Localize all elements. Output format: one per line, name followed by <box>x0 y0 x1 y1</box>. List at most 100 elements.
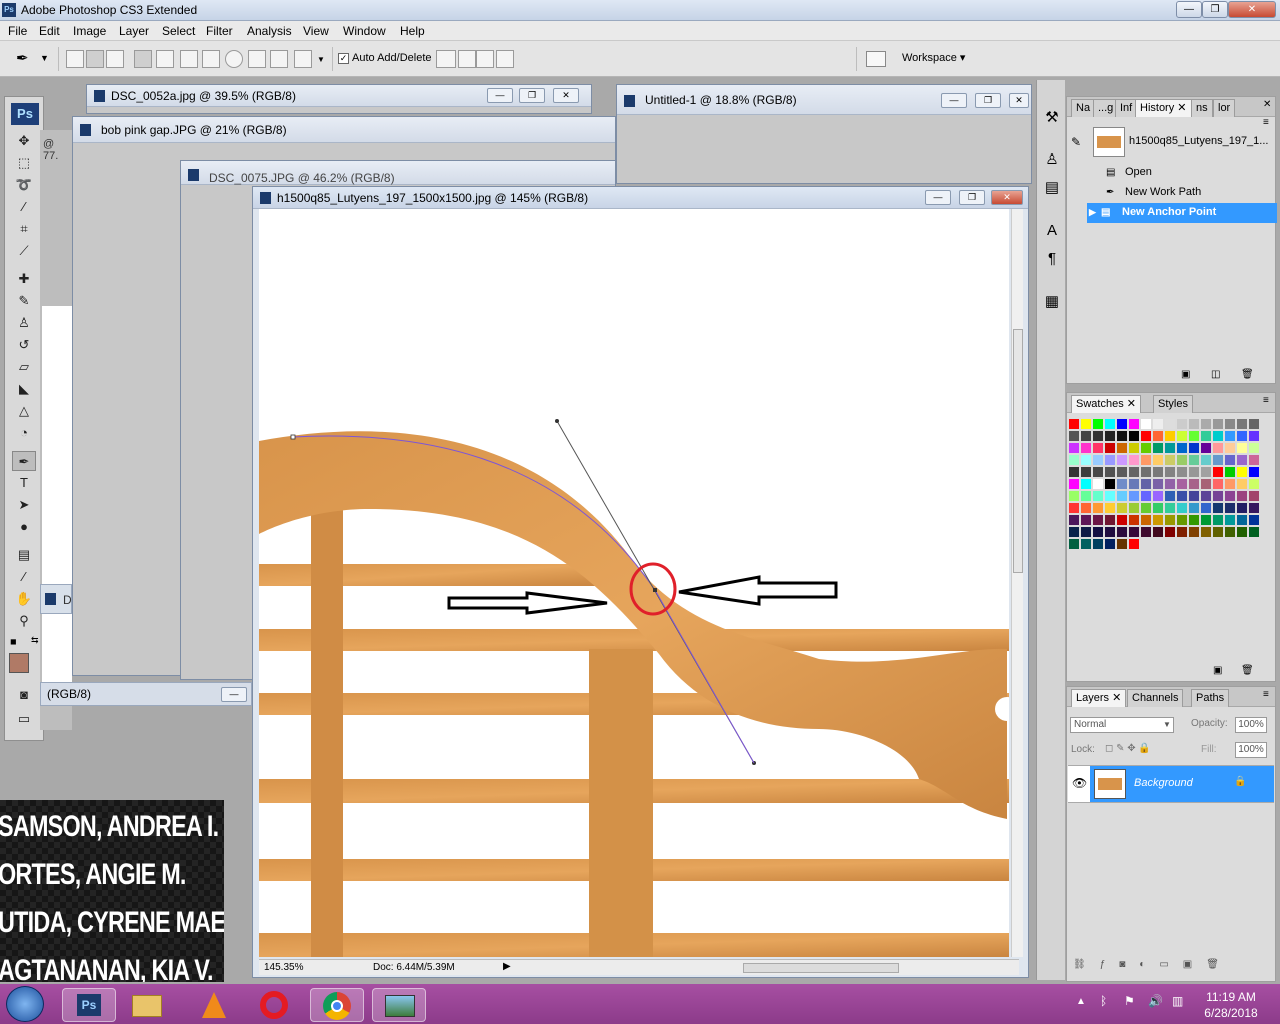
history-item[interactable]: ✒ New Work Path <box>1070 183 1260 203</box>
color-swatch[interactable] <box>1105 479 1115 489</box>
color-swatch[interactable] <box>1249 479 1259 489</box>
menu-file[interactable]: File <box>8 24 27 38</box>
vertical-scrollbar[interactable] <box>1011 209 1023 957</box>
marquee-tool-icon[interactable]: ⬚ <box>12 153 36 173</box>
lock-icons[interactable]: ◻ ✎ ✥ 🔒 <box>1105 743 1151 754</box>
restore-button[interactable]: ❐ <box>975 93 1001 108</box>
color-swatch[interactable] <box>1129 515 1139 525</box>
path-selection-tool-icon[interactable]: ➤ <box>12 495 36 515</box>
color-swatch[interactable] <box>1189 419 1199 429</box>
minimize-button[interactable]: — <box>925 190 951 205</box>
color-swatch[interactable] <box>1189 503 1199 513</box>
color-swatch[interactable] <box>1177 419 1187 429</box>
color-swatch[interactable] <box>1201 515 1211 525</box>
layer-comps-icon[interactable]: ▤ <box>1041 178 1063 200</box>
color-swatch[interactable] <box>1129 491 1139 501</box>
color-swatch[interactable] <box>1237 467 1247 477</box>
palette-well-icon[interactable] <box>866 51 886 67</box>
color-swatch[interactable] <box>1249 419 1259 429</box>
color-swatch[interactable] <box>1093 443 1103 453</box>
tab-info[interactable]: Inf <box>1115 99 1138 117</box>
color-swatch[interactable] <box>1117 503 1127 513</box>
rectangle-tool-button[interactable] <box>180 50 198 68</box>
layer-footer-icons[interactable]: ⛓ƒ◙◐▭▣🗑 <box>1073 959 1233 970</box>
layer-name[interactable]: Background <box>1134 777 1193 789</box>
fill-pixels-button[interactable] <box>106 50 124 68</box>
color-swatch[interactable] <box>1177 431 1187 441</box>
color-swatch[interactable] <box>1093 515 1103 525</box>
color-swatch[interactable] <box>1117 419 1127 429</box>
color-swatch[interactable] <box>1165 419 1175 429</box>
new-snapshot-icon[interactable]: ◫ <box>1211 369 1220 380</box>
color-swatch[interactable] <box>1189 467 1199 477</box>
color-swatch[interactable] <box>1081 527 1091 537</box>
paragraph-icon[interactable]: ¶ <box>1041 250 1063 272</box>
color-swatch[interactable] <box>1069 503 1079 513</box>
color-swatch[interactable] <box>1081 503 1091 513</box>
start-button[interactable] <box>6 986 44 1022</box>
menu-filter[interactable]: Filter <box>206 24 233 38</box>
color-swatch[interactable] <box>1237 479 1247 489</box>
color-swatch[interactable] <box>1105 419 1115 429</box>
color-swatch[interactable] <box>1081 479 1091 489</box>
panel-menu-icon[interactable]: ≡ <box>1263 395 1269 406</box>
color-swatch[interactable] <box>1129 503 1139 513</box>
color-swatch[interactable] <box>1189 443 1199 453</box>
color-swatch[interactable] <box>1081 455 1091 465</box>
horizontal-scrollbar-thumb[interactable] <box>743 963 899 973</box>
minimize-button[interactable]: — <box>941 93 967 108</box>
color-swatch[interactable] <box>1177 503 1187 513</box>
color-swatch[interactable] <box>1189 491 1199 501</box>
color-swatch[interactable] <box>1069 419 1079 429</box>
notes-panel-icon[interactable]: ▦ <box>1041 292 1063 314</box>
color-swatch[interactable] <box>1249 431 1259 441</box>
color-swatch[interactable] <box>1093 455 1103 465</box>
color-swatch[interactable] <box>1141 491 1151 501</box>
color-swatch[interactable] <box>1117 467 1127 477</box>
history-item-selected[interactable]: ▶ ▤ New Anchor Point <box>1087 203 1277 223</box>
color-swatch[interactable] <box>1165 527 1175 537</box>
minimize-button[interactable]: — <box>1176 1 1202 18</box>
color-swatch[interactable] <box>1225 527 1235 537</box>
color-swatch[interactable] <box>1213 467 1223 477</box>
crop-tool-icon[interactable]: ⌗ <box>12 219 36 239</box>
tools-preset-icon[interactable]: ⚒ <box>1041 108 1063 130</box>
eyedropper-tool-icon[interactable]: ⁄ <box>12 567 36 587</box>
color-swatch[interactable] <box>1189 527 1199 537</box>
image-canvas[interactable] <box>259 209 1009 957</box>
color-swatch[interactable] <box>1165 455 1175 465</box>
network-icon[interactable]: ▥ <box>1172 994 1183 1008</box>
color-swatch[interactable] <box>1093 527 1103 537</box>
color-swatch[interactable] <box>1129 539 1139 549</box>
slice-tool-icon[interactable]: ⟋ <box>12 241 36 261</box>
history-item[interactable]: ▤ Open <box>1070 163 1260 183</box>
color-swatch[interactable] <box>1165 431 1175 441</box>
color-swatch[interactable] <box>1189 455 1199 465</box>
shape-layers-button[interactable] <box>66 50 84 68</box>
color-swatch[interactable] <box>1249 467 1259 477</box>
color-swatch[interactable] <box>1153 491 1163 501</box>
tab-color[interactable]: lor <box>1213 99 1236 117</box>
color-swatch[interactable] <box>1201 503 1211 513</box>
history-brush-source-icon[interactable]: ✎ <box>1071 135 1081 149</box>
color-swatch[interactable] <box>1141 467 1151 477</box>
color-swatch[interactable] <box>1153 443 1163 453</box>
color-swatch[interactable] <box>1129 527 1139 537</box>
color-swatch[interactable] <box>1105 491 1115 501</box>
color-swatch[interactable] <box>1249 527 1259 537</box>
color-swatch[interactable] <box>1201 455 1211 465</box>
color-swatch[interactable] <box>1153 419 1163 429</box>
swap-colors-icon[interactable]: ⇆ <box>31 635 39 646</box>
color-swatch[interactable] <box>1069 467 1079 477</box>
color-swatch[interactable] <box>1225 443 1235 453</box>
color-swatch[interactable] <box>1189 479 1199 489</box>
color-swatch[interactable] <box>1093 491 1103 501</box>
panel-menu-icon[interactable]: ≡ <box>1263 689 1269 700</box>
taskbar-opera[interactable] <box>248 988 302 1022</box>
color-swatch[interactable] <box>1153 455 1163 465</box>
brush-tool-icon[interactable]: ✎ <box>12 291 36 311</box>
opacity-input[interactable]: 100% <box>1235 717 1267 733</box>
healing-brush-tool-icon[interactable]: ✚ <box>12 269 36 289</box>
menu-view[interactable]: View <box>303 24 329 38</box>
color-swatch[interactable] <box>1105 503 1115 513</box>
